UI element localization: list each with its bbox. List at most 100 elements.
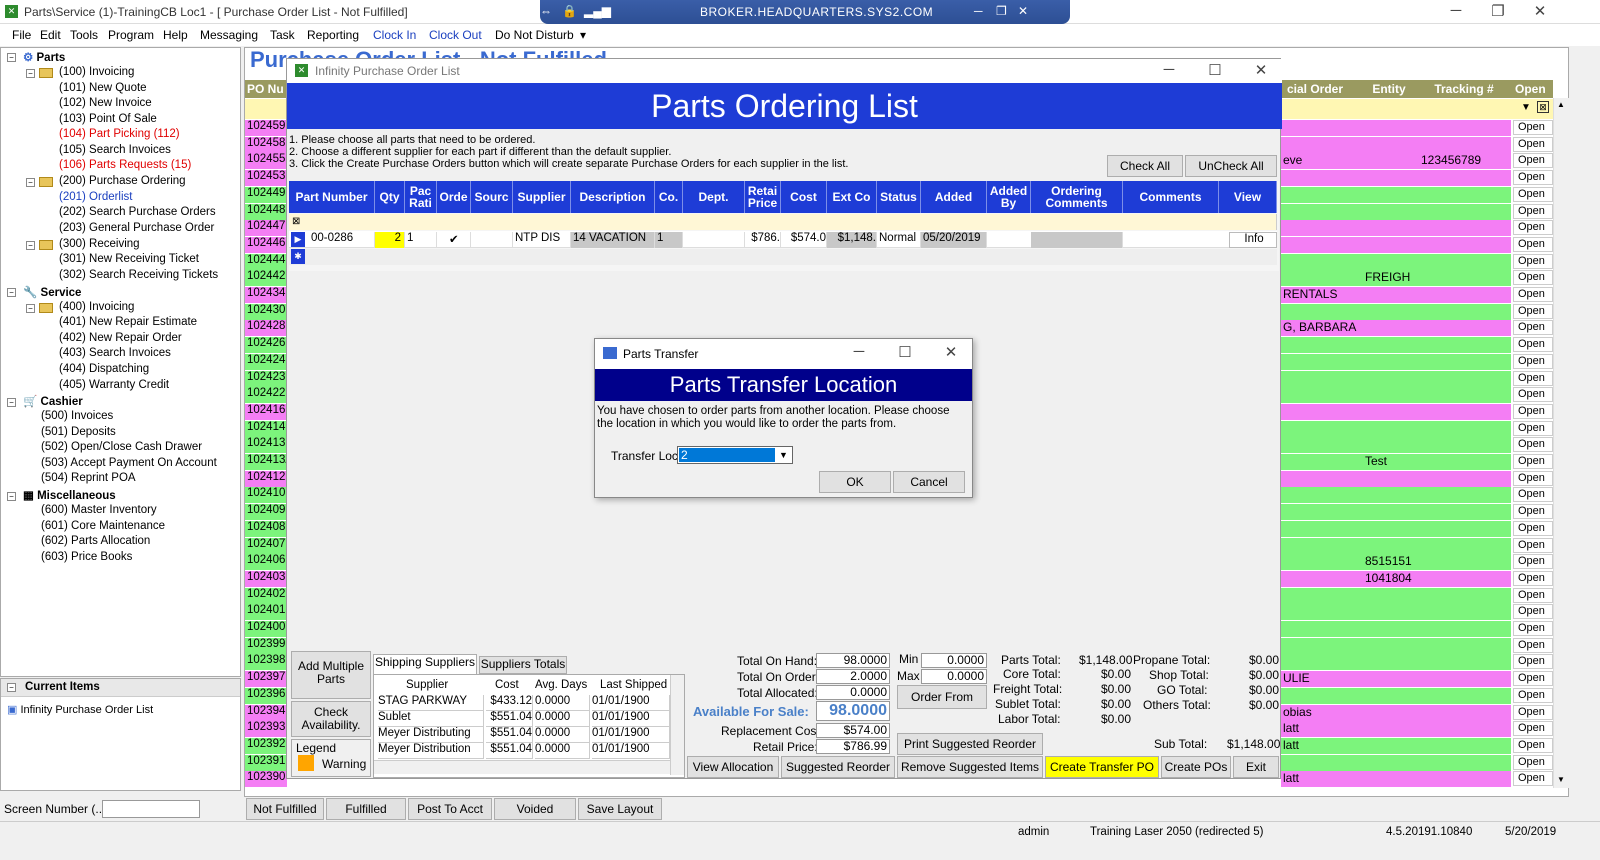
dialog-minimize-icon[interactable]: ─ — [847, 343, 871, 360]
collapse-icon[interactable]: − — [7, 492, 16, 501]
supplier-cell[interactable]: 01/01/1900 — [592, 695, 670, 711]
view-allocation-button[interactable]: View Allocation — [687, 756, 779, 778]
list-row[interactable]: latt — [1281, 771, 1511, 788]
list-row[interactable] — [1281, 487, 1511, 504]
po-number-cell[interactable]: 102398 — [245, 654, 287, 671]
cell-co[interactable]: 1 — [655, 232, 683, 248]
open-status-cell[interactable]: Open — [1513, 454, 1553, 469]
open-status-cell[interactable]: Open — [1513, 153, 1553, 169]
suppliers-scrollbar[interactable] — [670, 675, 684, 775]
po-number-cell[interactable]: 102413A — [245, 454, 287, 470]
open-status-cell[interactable]: Open — [1513, 737, 1553, 753]
menu-do-not-disturb[interactable]: Do Not Disturb — [495, 28, 574, 42]
nav-500[interactable]: (500) Invoices — [41, 410, 113, 422]
nav-405[interactable]: (405) Warranty Credit — [59, 379, 169, 391]
open-status-cell[interactable]: Open — [1513, 136, 1553, 152]
supplier-cell[interactable]: Sublet — [378, 711, 484, 727]
supplier-cell[interactable]: 01/01/1900 — [592, 727, 670, 743]
list-row[interactable] — [1281, 470, 1511, 487]
po-number-cell[interactable]: 102422 — [245, 387, 287, 404]
chevron-down-icon[interactable]: ▼ — [776, 448, 791, 462]
po-number-cell[interactable]: 102390 — [245, 771, 287, 788]
nav-402[interactable]: (402) New Repair Order — [59, 332, 182, 344]
list-row[interactable] — [1281, 403, 1511, 420]
po-number-cell[interactable]: 102400 — [245, 621, 287, 637]
cell-ext-cost[interactable]: $1,148. — [827, 232, 877, 248]
list-row[interactable]: ULIE — [1281, 671, 1511, 688]
collapse-icon[interactable]: − — [7, 683, 16, 692]
restore-icon[interactable]: ❐ — [1486, 2, 1510, 20]
open-status-cell[interactable]: Open — [1513, 637, 1553, 653]
open-status-cell[interactable]: Open — [1513, 353, 1553, 369]
open-status-cell[interactable]: Open — [1513, 370, 1553, 386]
list-row[interactable] — [1281, 621, 1511, 637]
save-layout-button[interactable]: Save Layout — [578, 798, 662, 820]
po-number-cell[interactable]: 102391 — [245, 754, 287, 771]
open-status-cell[interactable]: Open — [1513, 721, 1553, 737]
po-number-cell[interactable]: 102394 — [245, 704, 287, 721]
po-number-cell[interactable]: 102434 — [245, 287, 287, 303]
list-row[interactable] — [1281, 120, 1511, 136]
collapse-icon[interactable]: − — [26, 69, 35, 78]
nav-503[interactable]: (503) Accept Payment On Account — [41, 457, 217, 469]
new-row-icon[interactable]: ✱ — [291, 249, 305, 264]
nav-parts-invoicing[interactable]: (100) Invoicing — [59, 66, 134, 78]
col-entity[interactable]: Entity — [1361, 80, 1417, 98]
open-status-cell[interactable]: Open — [1513, 504, 1553, 520]
open-status-cell[interactable]: Open — [1513, 654, 1553, 670]
list-row[interactable] — [1281, 203, 1511, 220]
nav-105[interactable]: (105) Search Invoices — [59, 144, 171, 156]
dialog-maximize-icon[interactable]: ☐ — [893, 343, 917, 361]
nav-103[interactable]: (103) Point Of Sale — [59, 113, 157, 125]
list-row[interactable] — [1281, 236, 1511, 253]
nav-service[interactable]: 🔧 Service — [23, 285, 81, 299]
inner-close-icon[interactable]: ✕ — [1249, 61, 1273, 79]
menu-tools[interactable]: Tools — [70, 28, 98, 42]
open-status-cell[interactable]: Open — [1513, 570, 1553, 586]
menu-task[interactable]: Task — [270, 28, 295, 42]
nav-301[interactable]: (301) New Receiving Ticket — [59, 253, 199, 265]
col-cost[interactable]: Cost — [781, 181, 827, 213]
list-row[interactable] — [1281, 136, 1511, 153]
list-row[interactable] — [1281, 186, 1511, 203]
po-number-cell[interactable]: 102444 — [245, 253, 287, 270]
po-number-cell[interactable]: 102412E — [245, 470, 287, 487]
filter-icon[interactable]: ⊠ — [1537, 101, 1549, 113]
supplier-cell[interactable]: $551.04 — [486, 743, 533, 759]
nav-101[interactable]: (101) New Quote — [59, 82, 147, 94]
create-transfer-po-button[interactable]: Create Transfer PO — [1045, 756, 1159, 778]
supplier-cell[interactable]: 0.0000 — [535, 695, 590, 711]
col-description[interactable]: Description — [571, 181, 655, 213]
nav-600[interactable]: (600) Master Inventory — [41, 504, 157, 516]
open-status-cell[interactable]: Open — [1513, 387, 1553, 403]
nav-service-invoicing[interactable]: (400) Invoicing — [59, 301, 134, 313]
list-row[interactable] — [1281, 420, 1511, 437]
list-row[interactable] — [1281, 337, 1511, 354]
menu-file[interactable]: File — [12, 28, 31, 42]
col-added[interactable]: Added — [921, 181, 987, 213]
supplier-cell[interactable]: 0.0000 — [535, 743, 590, 759]
list-row[interactable] — [1281, 170, 1511, 187]
nav-403[interactable]: (403) Search Invoices — [59, 347, 171, 359]
nav-cashier[interactable]: 🛒 Cashier — [23, 394, 83, 408]
list-row[interactable]: RENTALS — [1281, 287, 1511, 303]
supplier-cell[interactable]: Meyer Distributing — [378, 727, 484, 743]
po-number-cell[interactable]: 102407 — [245, 537, 287, 554]
po-number-cell[interactable]: 102414 — [245, 420, 287, 437]
list-row[interactable]: 8515151 — [1281, 554, 1511, 571]
open-status-cell[interactable]: Open — [1513, 554, 1553, 570]
create-pos-button[interactable]: Create POs — [1161, 756, 1231, 778]
tab-fulfilled[interactable]: Fulfilled — [326, 798, 406, 820]
list-row[interactable] — [1281, 520, 1511, 537]
list-row[interactable] — [1281, 654, 1511, 671]
add-multiple-parts-button[interactable]: Add Multiple Parts — [291, 651, 371, 699]
supplier-cell[interactable]: STAG PARKWAY — [378, 695, 484, 711]
supplier-cell[interactable]: 01/01/1900 — [592, 711, 670, 727]
col-open[interactable]: Open — [1511, 80, 1553, 98]
list-row[interactable] — [1281, 220, 1511, 237]
check-availability-button[interactable]: Check Availability. — [291, 701, 371, 737]
transfer-loc-select[interactable]: 2 ▼ — [677, 446, 793, 464]
collapse-icon[interactable]: − — [7, 398, 16, 407]
open-status-cell[interactable]: Open — [1513, 270, 1553, 286]
list-row[interactable]: latt — [1281, 737, 1511, 754]
